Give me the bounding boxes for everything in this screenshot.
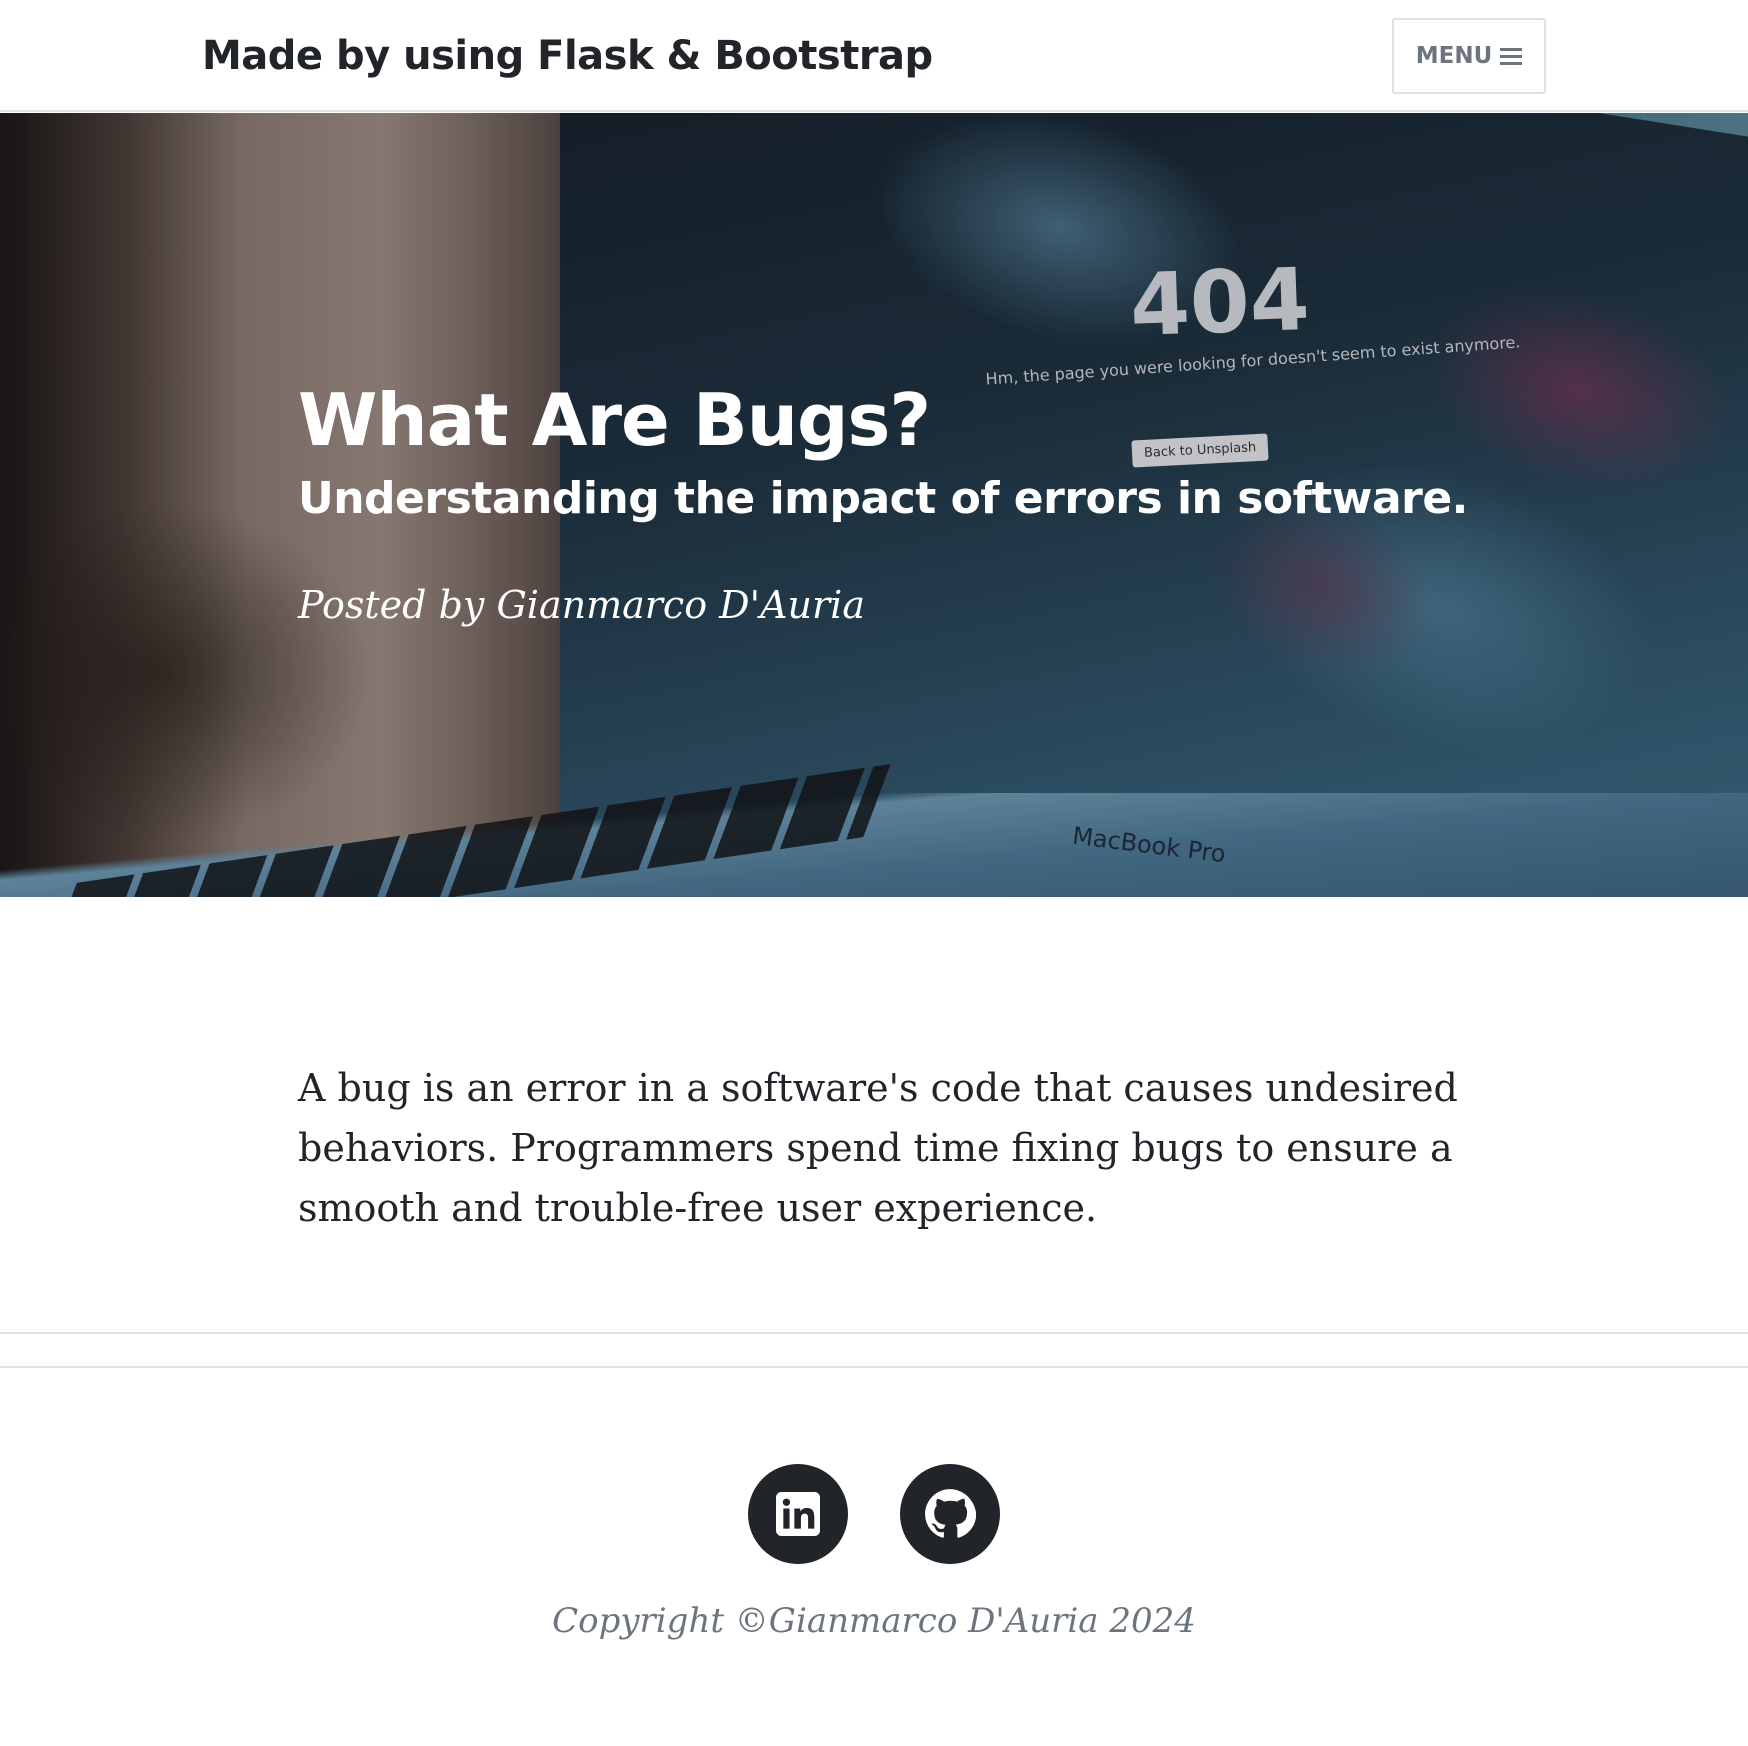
bars-icon xyxy=(1500,47,1523,65)
post-subtitle: Understanding the impact of errors in so… xyxy=(298,473,1468,524)
post-heading: What Are Bugs? Understanding the impact … xyxy=(298,375,1468,633)
github-link[interactable] xyxy=(900,1464,1000,1564)
linkedin-link[interactable] xyxy=(748,1464,848,1564)
github-icon xyxy=(925,1489,976,1538)
hero-header: 404 Hm, the page you were looking for do… xyxy=(0,113,1748,897)
navbar-brand[interactable]: Made by using Flask & Bootstrap xyxy=(202,28,933,84)
menu-button[interactable]: MENU xyxy=(1392,18,1546,94)
linkedin-icon xyxy=(776,1492,820,1536)
copyright: Copyright ©Gianmarco D'Auria 2024 xyxy=(552,1601,1196,1641)
post-title: What Are Bugs? xyxy=(298,378,931,462)
article-paragraph: A bug is an error in a software's code t… xyxy=(298,1066,1458,1230)
menu-label: MENU xyxy=(1415,43,1493,69)
divider xyxy=(0,1332,1748,1334)
divider xyxy=(0,1366,1748,1368)
post-meta: Posted by Gianmarco D'Auria xyxy=(298,583,865,627)
article-body: A bug is an error in a software's code t… xyxy=(298,1058,1458,1238)
navbar: Made by using Flask & Bootstrap MENU xyxy=(0,0,1748,112)
